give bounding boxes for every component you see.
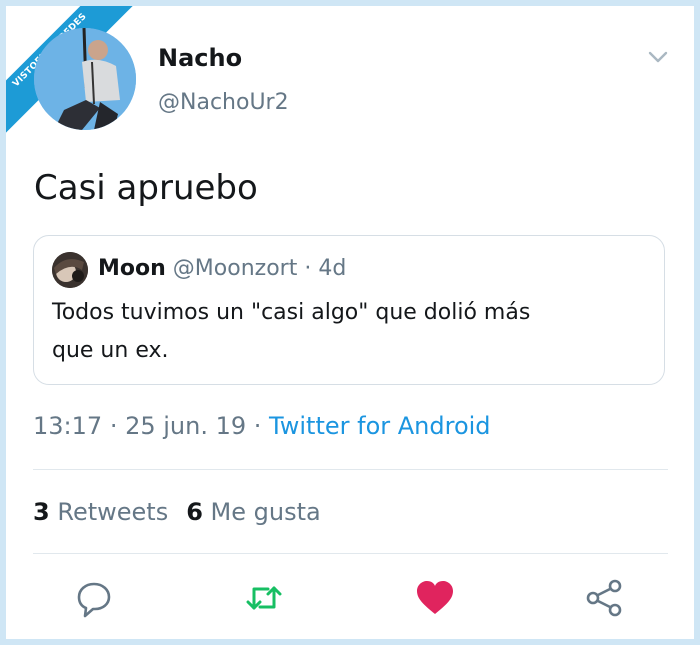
share-icon[interactable] — [584, 578, 624, 618]
quoted-handle[interactable]: @Moonzort — [173, 256, 298, 281]
author-name[interactable]: Nacho — [158, 44, 242, 72]
tweet-text: Casi apruebo — [34, 168, 258, 208]
tweet-card: VISTOENLASREDES .com Nacho @NachoUr2 Cas… — [6, 6, 694, 639]
quoted-separator: · — [304, 256, 312, 281]
quoted-name[interactable]: Moon — [98, 256, 166, 281]
quoted-avatar[interactable] — [52, 252, 88, 288]
tweet-meta: 13:17 · 25 jun. 19 · Twitter for Android — [33, 412, 491, 440]
tweet-time: 13:17 — [33, 412, 103, 440]
reply-icon[interactable] — [74, 578, 114, 618]
meta-separator: · — [253, 412, 270, 440]
quoted-text-line2: que un ex. — [52, 338, 169, 363]
tweet-source-link[interactable]: Twitter for Android — [269, 412, 490, 440]
likes-count: 6 — [186, 498, 203, 526]
retweet-icon[interactable] — [244, 578, 284, 618]
author-handle[interactable]: @NachoUr2 — [158, 90, 289, 115]
chevron-down-icon[interactable] — [646, 48, 670, 66]
quoted-text-line1: Todos tuvimos un "casi algo" que dolió m… — [52, 300, 531, 325]
divider-bottom — [33, 553, 668, 554]
avatar-photo — [34, 28, 136, 130]
quoted-age: 4d — [318, 256, 347, 281]
divider-top — [33, 469, 668, 470]
heart-icon[interactable] — [415, 578, 455, 618]
author-avatar[interactable] — [34, 28, 136, 130]
tweet-date: 25 jun. 19 — [125, 412, 247, 440]
quoted-avatar-photo — [52, 252, 88, 288]
retweets-label: Retweets — [57, 498, 169, 526]
quoted-tweet[interactable]: Moon @Moonzort · 4d Todos tuvimos un "ca… — [33, 235, 665, 385]
likes-stat[interactable]: 6 Me gusta — [186, 498, 321, 526]
retweets-stat[interactable]: 3 Retweets — [33, 498, 168, 526]
retweets-count: 3 — [33, 498, 50, 526]
meta-separator: · — [109, 412, 126, 440]
tweet-stats: 3 Retweets 6 Me gusta — [33, 498, 321, 526]
likes-label: Me gusta — [210, 498, 321, 526]
quoted-header: Moon @Moonzort · 4d — [98, 256, 346, 281]
quoted-text: Todos tuvimos un "casi algo" que dolió m… — [52, 294, 652, 370]
